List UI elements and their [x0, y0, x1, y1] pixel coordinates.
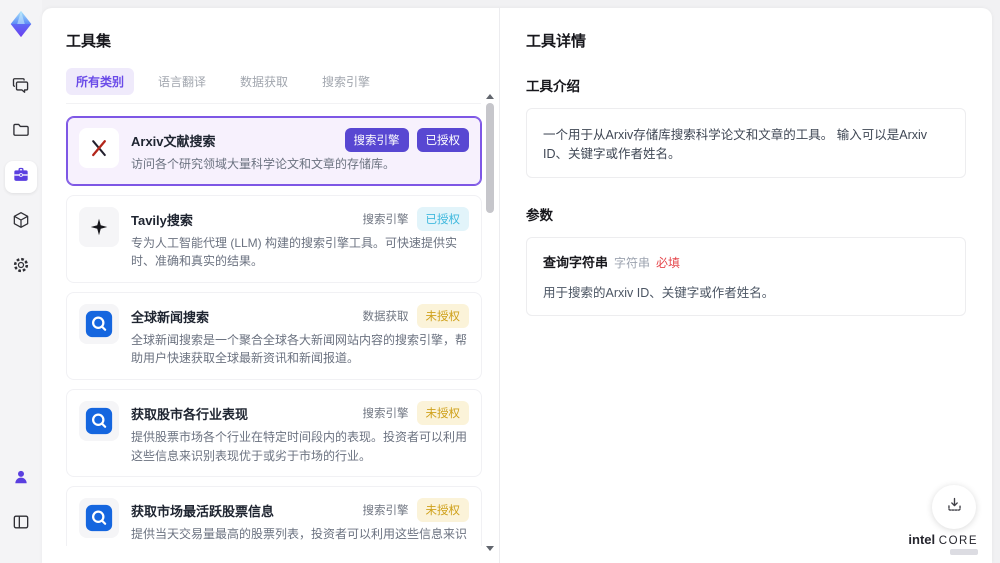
category-tab-0[interactable]: 所有类别	[66, 68, 135, 95]
sidebar-item-packages[interactable]	[5, 206, 37, 238]
category-badge: 搜索引擎	[362, 407, 409, 420]
sidebar-item-tools[interactable]	[5, 161, 37, 193]
sidebar-item-chat[interactable]	[5, 71, 37, 103]
tool-title: Tavily搜索	[131, 212, 193, 228]
category-tab-2[interactable]: 数据获取	[230, 68, 298, 95]
intro-heading: 工具介绍	[526, 79, 580, 94]
tool-title: 获取股市各行业表现	[131, 406, 249, 422]
brand-intel: intel	[908, 532, 936, 547]
tavily-icon	[79, 206, 119, 247]
tool-description: 访问各个研究领域大量科学论文和文章的存储库。	[131, 157, 396, 171]
download-button[interactable]	[932, 485, 976, 529]
category-badge: 搜索引擎	[344, 128, 409, 152]
sidebar-item-files[interactable]	[5, 116, 37, 148]
tool-card[interactable]: 全球新闻搜索 数据获取 未授权 全球新闻搜索是一个聚合全球各大新闻网站内容的搜索…	[66, 291, 482, 380]
toolbox-icon	[11, 165, 31, 190]
sidebar-item-collapse[interactable]	[5, 508, 37, 540]
news-search-icon	[79, 400, 119, 441]
scroll-up-icon[interactable]	[486, 94, 494, 99]
category-tab-1[interactable]: 语言翻译	[148, 68, 216, 95]
settings-icon	[11, 255, 31, 280]
brand-sub-mark	[950, 549, 978, 555]
parameter-item: 查询字符串 字符串 必填 用于搜索的Arxiv ID、关键字或作者姓名。	[526, 237, 966, 316]
params-list: 查询字符串 字符串 必填 用于搜索的Arxiv ID、关键字或作者姓名。	[526, 237, 966, 316]
category-badge: 搜索引擎	[362, 213, 409, 226]
tool-description: 专为人工智能代理 (LLM) 构建的搜索引擎工具。可快速提供实时、准确和真实的结…	[131, 235, 458, 269]
category-badge: 数据获取	[362, 310, 409, 323]
tool-card[interactable]: 获取市场最活跃股票信息 搜索引擎 未授权 提供当天交易量最高的股票列表，投资者可…	[66, 486, 482, 546]
page-title: 工具集	[66, 33, 112, 50]
main-content: 工具集 所有类别 语言翻译 数据获取 搜索引擎 Arxiv文献搜索 搜索引擎 已授权 …	[42, 8, 992, 563]
auth-status-badge: 未授权	[416, 498, 469, 523]
category-badge: 搜索引擎	[362, 505, 409, 518]
user-icon	[11, 467, 31, 492]
category-tab-3[interactable]: 搜索引擎	[312, 68, 380, 95]
download-icon	[945, 495, 964, 519]
chat-icon	[11, 75, 31, 100]
tool-detail-panel: 工具详情 工具介绍 一个用于从Arxiv存储库搜索科学论文和文章的工具。 输入可…	[500, 8, 992, 563]
tool-card[interactable]: Tavily搜索 搜索引擎 已授权 专为人工智能代理 (LLM) 构建的搜索引擎…	[66, 194, 482, 283]
news-search-icon	[79, 303, 119, 344]
parameter-type: 字符串	[614, 256, 651, 270]
category-tabs: 所有类别 语言翻译 数据获取 搜索引擎	[66, 68, 481, 104]
parameter-required-badge: 必填	[656, 256, 681, 270]
sidebar-item-settings[interactable]	[5, 251, 37, 283]
detail-title: 工具详情	[526, 33, 587, 50]
sidebar-item-user[interactable]	[5, 463, 37, 495]
folder-icon	[11, 120, 31, 145]
scrollbar-thumb[interactable]	[486, 103, 494, 213]
auth-status-badge: 未授权	[416, 400, 469, 425]
package-icon	[11, 210, 31, 235]
tool-title: 全球新闻搜索	[131, 309, 210, 325]
app-rail	[0, 0, 42, 563]
app-logo-icon[interactable]	[6, 9, 36, 39]
tool-list-panel: 工具集 所有类别 语言翻译 数据获取 搜索引擎 Arxiv文献搜索 搜索引擎 已授权 …	[42, 8, 500, 563]
arxiv-icon	[79, 128, 119, 168]
tool-description: 提供股票市场各个行业在特定时间段内的表现。投资者可以利用这些信息来识别表现优于或…	[131, 429, 468, 463]
parameter-description: 用于搜索的Arxiv ID、关键字或作者姓名。	[543, 286, 775, 300]
tool-card[interactable]: Arxiv文献搜索 搜索引擎 已授权 访问各个研究领域大量科学论文和文章的存储库…	[66, 116, 482, 186]
scroll-down-icon[interactable]	[486, 546, 494, 551]
tool-title: 获取市场最活跃股票信息	[131, 504, 275, 520]
auth-status-badge: 已授权	[416, 128, 469, 152]
auth-status-badge: 已授权	[416, 206, 469, 231]
params-heading: 参数	[526, 208, 553, 223]
tool-list-scrollbar[interactable]	[484, 94, 496, 551]
news-search-icon	[79, 498, 119, 539]
tool-description: 提供当天交易量最高的股票列表，投资者可以利用这些信息来识别流动性强的股票和潜在的…	[131, 527, 468, 546]
tool-title: Arxiv文献搜索	[131, 134, 216, 149]
auth-status-badge: 未授权	[416, 303, 469, 328]
brand-core: core	[938, 535, 978, 547]
panel-toggle-icon	[11, 512, 31, 537]
intro-box: 一个用于从Arxiv存储库搜索科学论文和文章的工具。 输入可以是Arxiv ID…	[526, 108, 966, 178]
tool-description: 全球新闻搜索是一个聚合全球各大新闻网站内容的搜索引擎，帮助用户快速获取全球最新资…	[131, 332, 468, 366]
tool-list: Arxiv文献搜索 搜索引擎 已授权 访问各个研究领域大量科学论文和文章的存储库…	[66, 116, 482, 546]
parameter-name: 查询字符串	[543, 255, 609, 270]
tool-card[interactable]: 获取股市各行业表现 搜索引擎 未授权 提供股票市场各个行业在特定时间段内的表现。…	[66, 388, 482, 478]
intel-core-logo: intel core	[908, 532, 978, 555]
